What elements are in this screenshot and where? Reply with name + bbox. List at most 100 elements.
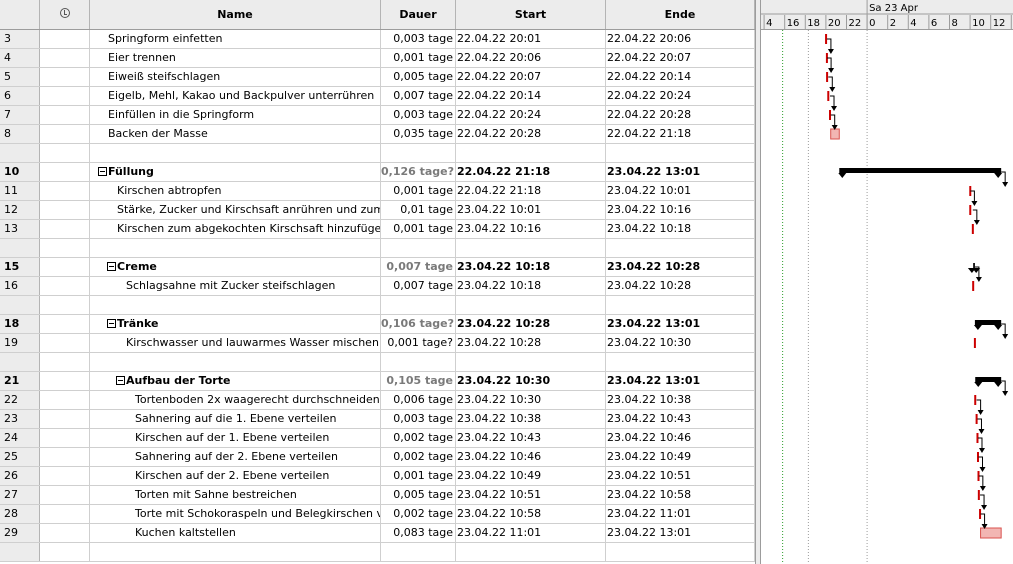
- task-end[interactable]: 23.04.22 10:28: [606, 258, 755, 276]
- task-end[interactable]: 23.04.22 10:16: [606, 201, 755, 219]
- task-duration[interactable]: 0,002 tage: [381, 429, 456, 447]
- row-id[interactable]: 3: [0, 30, 40, 48]
- task-name-cell[interactable]: Creme: [90, 258, 381, 276]
- task-name-cell[interactable]: Stärke, Zucker und Kirschsaft anrühren u…: [90, 201, 381, 219]
- table-row[interactable]: 5 Eiweiß steifschlagen 0,005 tage 22.04.22 …: [0, 68, 755, 87]
- task-end[interactable]: 22.04.22 20:14: [606, 68, 755, 86]
- task-end[interactable]: 22.04.22 20:07: [606, 49, 755, 67]
- task-name-cell[interactable]: Backen der Masse: [90, 125, 381, 143]
- task-end[interactable]: 23.04.22 10:43: [606, 410, 755, 428]
- table-row[interactable]: 7 Einfüllen in die Springform 0,003 tage 22…: [0, 106, 755, 125]
- task-name-cell[interactable]: [90, 543, 381, 561]
- task-name-cell[interactable]: Eigelb, Mehl, Kakao und Backpulver unter…: [90, 87, 381, 105]
- task-end[interactable]: [606, 296, 755, 314]
- header-indicators[interactable]: [40, 0, 90, 29]
- task-end[interactable]: 23.04.22 11:01: [606, 505, 755, 523]
- task-name-cell[interactable]: Kirschen auf der 1. Ebene verteilen: [90, 429, 381, 447]
- task-name-cell[interactable]: Eier trennen: [90, 49, 381, 67]
- table-row[interactable]: 25 Sahnering auf der 2. Ebene verteilen 0,…: [0, 448, 755, 467]
- row-id[interactable]: 5: [0, 68, 40, 86]
- row-id[interactable]: 7: [0, 106, 40, 124]
- task-duration[interactable]: 0,083 tage: [381, 524, 456, 542]
- task-end[interactable]: [606, 239, 755, 257]
- task-start[interactable]: 23.04.22 10:16: [456, 220, 606, 238]
- task-end[interactable]: 23.04.22 10:18: [606, 220, 755, 238]
- task-start[interactable]: 22.04.22 20:06: [456, 49, 606, 67]
- task-end[interactable]: [606, 353, 755, 371]
- task-duration[interactable]: 0,001 tage?: [381, 334, 456, 352]
- task-name-cell[interactable]: Schlagsahne mit Zucker steifschlagen: [90, 277, 381, 295]
- row-id[interactable]: 18: [0, 315, 40, 333]
- row-id[interactable]: 11: [0, 182, 40, 200]
- task-name-cell[interactable]: Sahnering auf der 2. Ebene verteilen: [90, 448, 381, 466]
- table-row[interactable]: 28 Torte mit Schokoraspeln und Belegkirsc…: [0, 505, 755, 524]
- task-duration[interactable]: 0,005 tage: [381, 486, 456, 504]
- task-start[interactable]: 23.04.22 10:18: [456, 258, 606, 276]
- task-duration[interactable]: 0,002 tage: [381, 505, 456, 523]
- collapse-toggle-icon[interactable]: [107, 318, 116, 328]
- task-duration[interactable]: 0,001 tage: [381, 182, 456, 200]
- collapse-toggle-icon[interactable]: [116, 375, 125, 385]
- table-row[interactable]: 26 Kirschen auf der 2. Ebene verteilen 0,0…: [0, 467, 755, 486]
- task-duration[interactable]: [381, 296, 456, 314]
- table-row[interactable]: 6 Eigelb, Mehl, Kakao und Backpulver unte…: [0, 87, 755, 106]
- row-id[interactable]: 12: [0, 201, 40, 219]
- table-row[interactable]: 12 Stärke, Zucker und Kirschsaft anrühren…: [0, 201, 755, 220]
- task-duration[interactable]: 0,003 tage: [381, 410, 456, 428]
- task-duration[interactable]: 0,007 tage: [381, 258, 456, 276]
- task-start[interactable]: 23.04.22 10:46: [456, 448, 606, 466]
- table-row[interactable]: 13 Kirschen zum abgekochten Kirschsaft hi…: [0, 220, 755, 239]
- task-duration[interactable]: 0,003 tage: [381, 30, 456, 48]
- collapse-toggle-icon[interactable]: [98, 166, 107, 176]
- row-id[interactable]: 27: [0, 486, 40, 504]
- task-end[interactable]: 23.04.22 10:28: [606, 277, 755, 295]
- row-id[interactable]: 23: [0, 410, 40, 428]
- task-end[interactable]: 22.04.22 21:18: [606, 125, 755, 143]
- row-id[interactable]: 29: [0, 524, 40, 542]
- task-start[interactable]: 23.04.22 10:38: [456, 410, 606, 428]
- task-start[interactable]: 22.04.22 21:18: [456, 182, 606, 200]
- task-duration[interactable]: 0,007 tage: [381, 277, 456, 295]
- table-row[interactable]: 24 Kirschen auf der 1. Ebene verteilen 0,0…: [0, 429, 755, 448]
- task-duration[interactable]: 0,003 tage: [381, 106, 456, 124]
- header-start[interactable]: Start: [456, 0, 606, 29]
- task-duration[interactable]: [381, 353, 456, 371]
- task-name-cell[interactable]: Eiweiß steifschlagen: [90, 68, 381, 86]
- table-row-empty[interactable]: [0, 543, 755, 562]
- row-id[interactable]: [0, 239, 40, 257]
- task-start[interactable]: 23.04.22 10:28: [456, 334, 606, 352]
- header-end[interactable]: Ende: [606, 0, 755, 29]
- task-start[interactable]: 23.04.22 10:30: [456, 391, 606, 409]
- task-name-cell[interactable]: Einfüllen in die Springform: [90, 106, 381, 124]
- table-row-empty[interactable]: [0, 353, 755, 372]
- task-end[interactable]: 23.04.22 10:46: [606, 429, 755, 447]
- table-row[interactable]: 29 Kuchen kaltstellen 0,083 tage 23.04.22 1…: [0, 524, 755, 543]
- task-name-cell[interactable]: Torten mit Sahne bestreichen: [90, 486, 381, 504]
- row-id[interactable]: 26: [0, 467, 40, 485]
- task-start[interactable]: 22.04.22 20:14: [456, 87, 606, 105]
- task-duration[interactable]: [381, 543, 456, 561]
- row-id[interactable]: 13: [0, 220, 40, 238]
- row-id[interactable]: 25: [0, 448, 40, 466]
- task-start[interactable]: 22.04.22 20:28: [456, 125, 606, 143]
- task-duration[interactable]: 0,002 tage: [381, 448, 456, 466]
- task-start[interactable]: [456, 296, 606, 314]
- task-duration[interactable]: 0,105 tage: [381, 372, 456, 390]
- task-end[interactable]: 23.04.22 13:01: [606, 372, 755, 390]
- task-duration[interactable]: 0,01 tage: [381, 201, 456, 219]
- table-row[interactable]: 10 Füllung 0,126 tage? 22.04.22 21:18 23.04.…: [0, 163, 755, 182]
- table-row[interactable]: 21 Aufbau der Torte 0,105 tage 23.04.22 10:…: [0, 372, 755, 391]
- table-row[interactable]: 4 Eier trennen 0,001 tage 22.04.22 20:06 22.…: [0, 49, 755, 68]
- task-end[interactable]: 22.04.22 20:28: [606, 106, 755, 124]
- row-id[interactable]: 21: [0, 372, 40, 390]
- task-duration[interactable]: 0,001 tage: [381, 467, 456, 485]
- task-name-cell[interactable]: [90, 353, 381, 371]
- task-duration[interactable]: 0,035 tage: [381, 125, 456, 143]
- task-start[interactable]: 22.04.22 20:01: [456, 30, 606, 48]
- task-start[interactable]: [456, 144, 606, 162]
- task-name-cell[interactable]: Kirschwasser und lauwarmes Wasser mische…: [90, 334, 381, 352]
- task-name-cell[interactable]: Kuchen kaltstellen: [90, 524, 381, 542]
- task-name-cell[interactable]: [90, 296, 381, 314]
- task-end[interactable]: 23.04.22 10:51: [606, 467, 755, 485]
- table-row[interactable]: 16 Schlagsahne mit Zucker steifschlagen 0,…: [0, 277, 755, 296]
